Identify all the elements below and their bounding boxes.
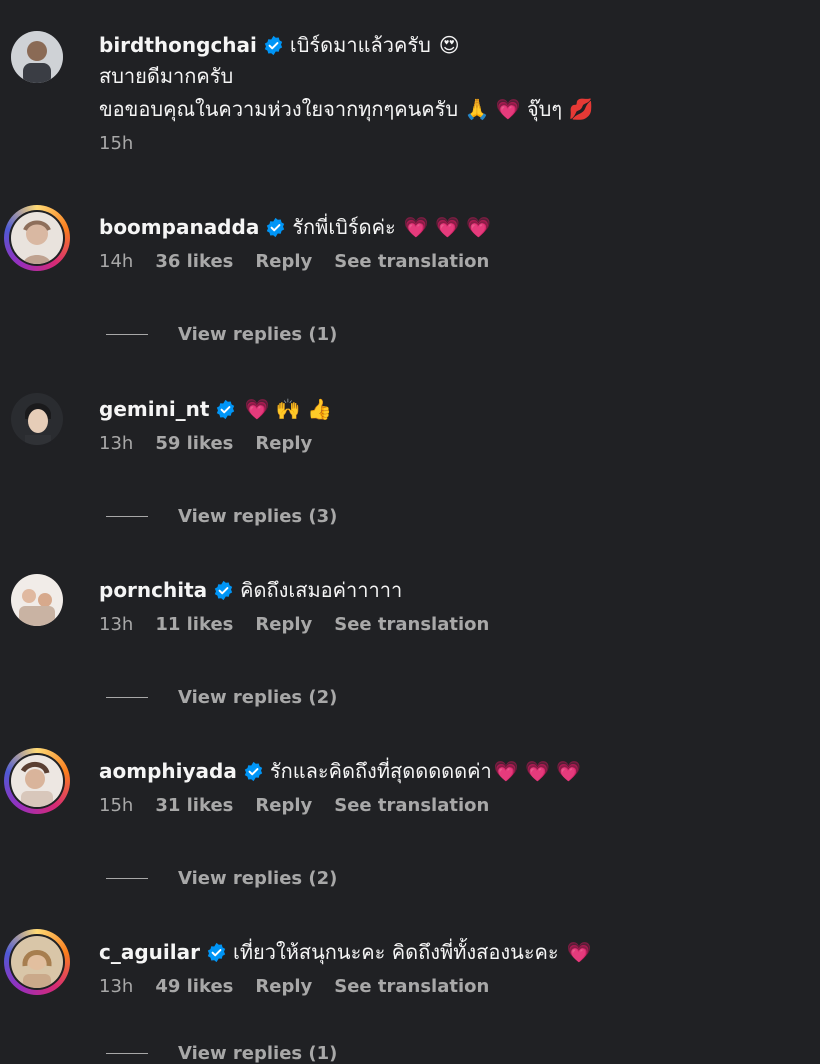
verified-badge-icon (206, 942, 227, 963)
avatar[interactable] (4, 24, 70, 90)
comment-text-line: ขอขอบคุณในความห่วงใยจากทุกๆคนครับ 🙏 💗 จุ… (99, 97, 594, 121)
reply-button[interactable]: Reply (255, 792, 312, 820)
username[interactable]: aomphiyada (99, 756, 237, 786)
comment-time: 13h (99, 614, 134, 635)
view-replies-label: View replies (1) (178, 324, 338, 345)
comment-time: 13h (99, 976, 134, 997)
username[interactable]: birdthongchai (99, 30, 257, 60)
comment-text: เบิร์ดมาแล้วครับ (289, 33, 431, 57)
username[interactable]: boompanadda (99, 212, 259, 242)
divider (106, 697, 148, 698)
comment-emoji: 😍 (438, 33, 460, 57)
divider (106, 516, 148, 517)
comment-text: คิดถึงเสมอค่าาาาา (240, 578, 403, 602)
comment-emoji: 💗 🙌 👍 (244, 397, 332, 421)
likes-count[interactable]: 49 likes (155, 973, 233, 1001)
reply-button[interactable]: Reply (255, 973, 312, 1001)
view-replies-button[interactable]: View replies (2) (106, 868, 337, 889)
avatar[interactable] (4, 748, 70, 814)
likes-count[interactable]: 59 likes (155, 430, 233, 458)
username[interactable]: c_aguilar (99, 937, 200, 967)
comment-text: รักพี่เบิร์ดค่ะ (292, 215, 396, 239)
avatar[interactable] (4, 386, 70, 452)
divider (106, 1053, 148, 1054)
view-replies-label: View replies (1) (178, 1043, 338, 1064)
see-translation-button[interactable]: See translation (334, 248, 489, 276)
verified-badge-icon (213, 580, 234, 601)
see-translation-button[interactable]: See translation (334, 973, 489, 1001)
comment-emoji: 💗 💗 💗 (403, 215, 492, 239)
avatar[interactable] (4, 205, 70, 271)
view-replies-button[interactable]: View replies (1) (106, 324, 337, 345)
comment-time: 14h (99, 251, 134, 272)
see-translation-button[interactable]: See translation (334, 792, 489, 820)
comment-time: 15h (99, 795, 134, 816)
verified-badge-icon (263, 35, 284, 56)
likes-count[interactable]: 11 likes (155, 611, 233, 639)
likes-count[interactable]: 31 likes (155, 792, 233, 820)
username[interactable]: gemini_nt (99, 394, 209, 424)
comment-text-line: สบายดีมากครับ (99, 64, 234, 88)
comment-time: 15h (99, 133, 134, 154)
comment-text: เที่ยวให้สนุกนะคะ คิดถึงพี่ทั้งสองนะคะ (232, 940, 559, 964)
view-replies-label: View replies (2) (178, 687, 338, 708)
view-replies-button[interactable]: View replies (3) (106, 506, 337, 527)
reply-button[interactable]: Reply (255, 611, 312, 639)
reply-button[interactable]: Reply (255, 248, 312, 276)
view-replies-label: View replies (3) (178, 506, 338, 527)
view-replies-button[interactable]: View replies (1) (106, 1043, 337, 1064)
comment-time: 13h (99, 433, 134, 454)
divider (106, 878, 148, 879)
comment-emoji: 💗 (566, 940, 592, 964)
view-replies-button[interactable]: View replies (2) (106, 687, 337, 708)
see-translation-button[interactable]: See translation (334, 611, 489, 639)
avatar[interactable] (4, 567, 70, 633)
likes-count[interactable]: 36 likes (155, 248, 233, 276)
verified-badge-icon (243, 761, 264, 782)
verified-badge-icon (215, 399, 236, 420)
view-replies-label: View replies (2) (178, 868, 338, 889)
avatar[interactable] (4, 929, 70, 995)
username[interactable]: pornchita (99, 575, 207, 605)
reply-button[interactable]: Reply (255, 430, 312, 458)
verified-badge-icon (265, 217, 286, 238)
comment-text: รักและคิดถึงที่สุดดดดดค่า (269, 759, 492, 783)
divider (106, 334, 148, 335)
comment-emoji: 💗 💗 💗 (493, 759, 582, 783)
